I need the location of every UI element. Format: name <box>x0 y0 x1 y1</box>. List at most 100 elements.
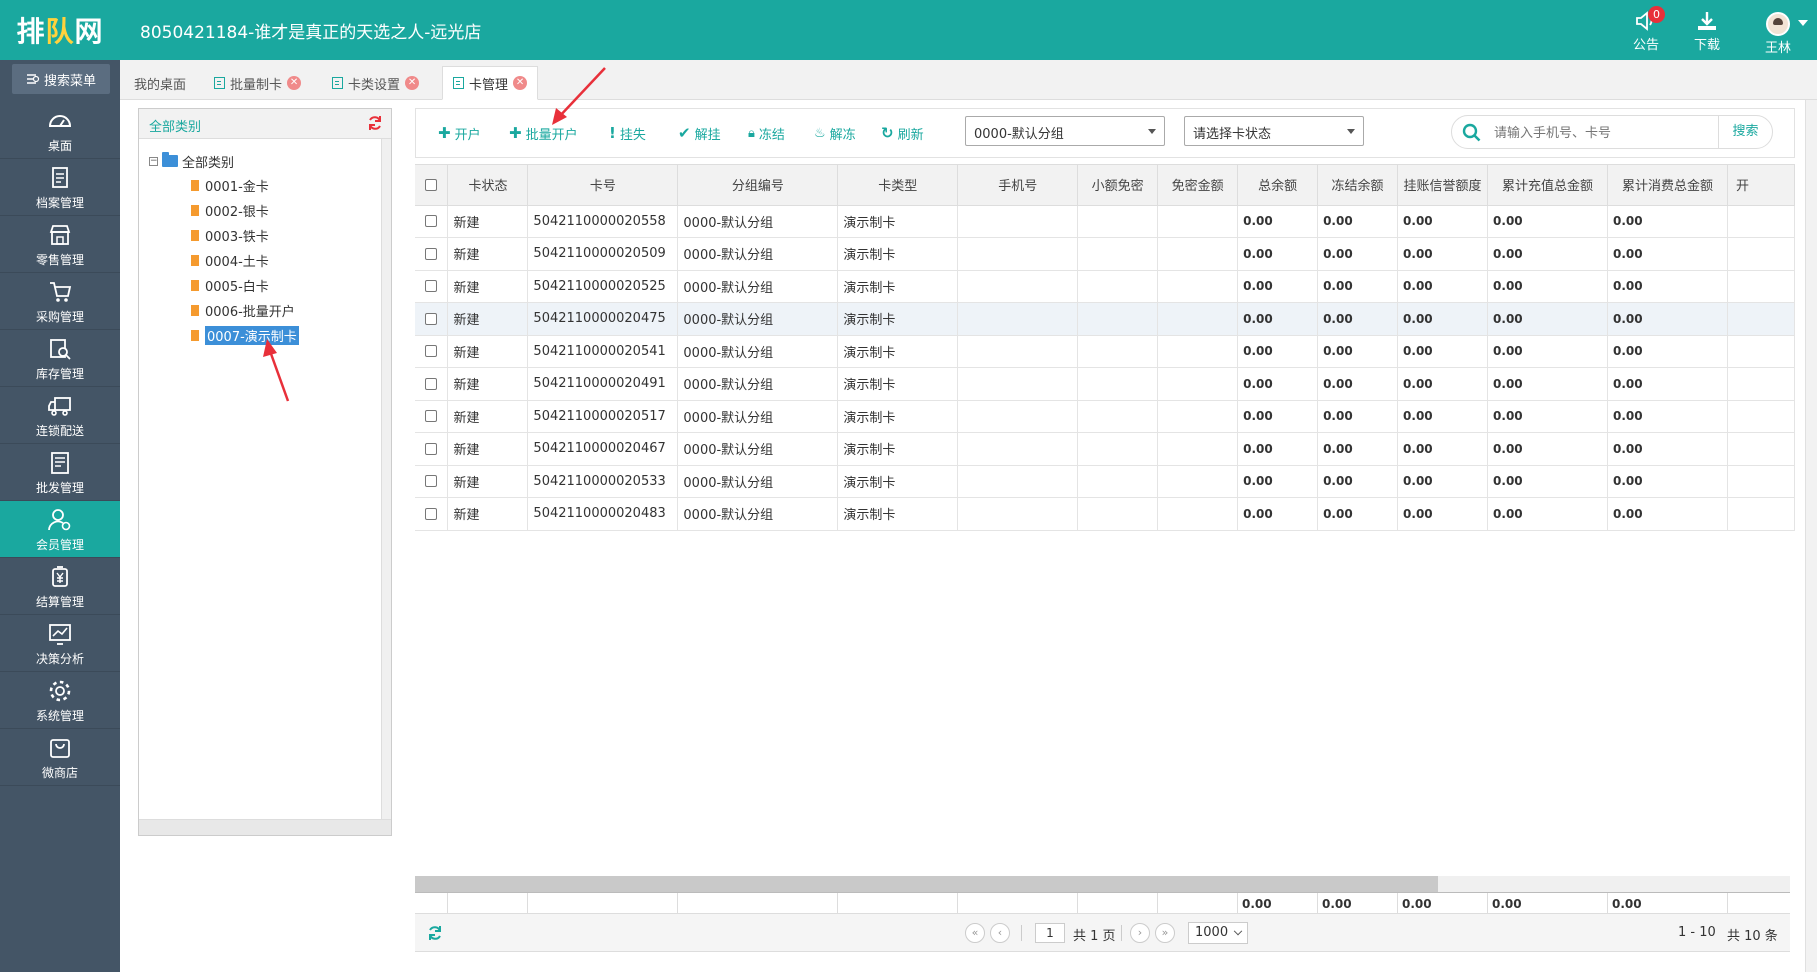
tab-batch-card[interactable]: 批量制卡 ✕ <box>204 66 311 100</box>
select-all-checkbox[interactable] <box>425 178 438 191</box>
download-button[interactable]: 下载 <box>1679 6 1735 54</box>
sidebar-item-inventory[interactable]: 库存管理 <box>0 330 120 387</box>
search-input[interactable] <box>1494 123 1694 143</box>
table-row[interactable]: 新建 5042110000020467 0000-默认分组 演示制卡 0.00 0.00 0… <box>415 432 1796 466</box>
sidebar-item-archive[interactable]: 档案管理 <box>0 159 120 216</box>
column-header[interactable]: 手机号 <box>957 165 1079 206</box>
brand-logo[interactable]: 排队网 <box>0 0 120 60</box>
row-checkbox[interactable] <box>425 410 438 423</box>
row-checkbox[interactable] <box>425 312 438 325</box>
row-checkbox[interactable] <box>425 280 438 293</box>
tree-node[interactable]: 0002-银卡 <box>149 198 382 223</box>
tree-node-selected[interactable]: 0007-演示制卡 <box>149 323 382 348</box>
column-header[interactable]: 卡状态 <box>447 165 529 206</box>
table-row[interactable]: 新建 5042110000020541 0000-默认分组 演示制卡 0.00 0.00 0… <box>415 335 1796 368</box>
table-row[interactable]: 新建 5042110000020491 0000-默认分组 演示制卡 0.00 0.00 0… <box>415 367 1796 401</box>
row-select-cell[interactable] <box>415 367 449 401</box>
row-select-cell[interactable] <box>415 335 449 368</box>
row-checkbox[interactable] <box>425 507 438 520</box>
column-header[interactable]: 挂账信誉额度 <box>1397 165 1489 206</box>
prev-page-button[interactable]: ‹ <box>990 923 1010 943</box>
close-icon[interactable]: ✕ <box>513 76 528 90</box>
close-icon[interactable]: ✕ <box>287 76 302 90</box>
tree-node[interactable]: 0001-金卡 <box>149 173 382 198</box>
sidebar-item-system[interactable]: 系统管理 <box>0 672 120 729</box>
search-menu-button[interactable]: 搜索菜单 <box>12 64 110 94</box>
unfreeze-button[interactable]: ♨ 解冻 <box>814 121 856 145</box>
sidebar-item-analysis[interactable]: 决策分析 <box>0 615 120 672</box>
reload-icon[interactable] <box>427 925 443 941</box>
column-header[interactable]: 累计消费总金额 <box>1607 165 1728 206</box>
row-select-cell[interactable] <box>415 400 449 433</box>
group-select[interactable]: 0000-默认分组 <box>965 116 1165 146</box>
column-header[interactable]: 累计充值总金额 <box>1487 165 1608 206</box>
report-loss-button[interactable]: ! 挂失 <box>609 121 646 145</box>
sidebar-item-microstore[interactable]: 微商店 <box>0 729 120 786</box>
row-select-cell[interactable] <box>415 432 449 466</box>
tree-root[interactable]: − 全部类别 <box>149 149 382 173</box>
batch-open-button[interactable]: ✚ 批量开户 <box>509 121 578 145</box>
select-all-cell[interactable] <box>415 165 449 206</box>
card-status-select[interactable]: 请选择卡状态 <box>1184 116 1364 146</box>
row-checkbox[interactable] <box>425 345 438 358</box>
tree-node[interactable]: 0006-批量开户 <box>149 298 382 323</box>
column-header[interactable]: 总余额 <box>1237 165 1319 206</box>
row-checkbox[interactable] <box>425 442 438 455</box>
user-menu[interactable]: 王林 <box>1748 6 1808 56</box>
row-select-cell[interactable] <box>415 465 449 498</box>
refresh-icon[interactable] <box>367 115 383 131</box>
collapse-icon[interactable]: − <box>149 156 158 166</box>
table-row[interactable]: 新建 5042110000020558 0000-默认分组 演示制卡 0.00 0.00 0… <box>415 205 1796 238</box>
column-header[interactable]: 分组编号 <box>677 165 839 206</box>
table-horizontal-scrollbar[interactable] <box>415 876 1790 892</box>
refresh-button[interactable]: ↻ 刷新 <box>881 121 924 145</box>
tree-vertical-scrollbar[interactable] <box>381 139 391 819</box>
tab-card-type-settings[interactable]: 卡类设置 ✕ <box>322 66 429 100</box>
announcement-button[interactable]: 0 公告 <box>1618 6 1674 54</box>
tree-horizontal-scrollbar[interactable] <box>139 819 391 835</box>
page-vertical-scrollbar[interactable] <box>1805 100 1817 972</box>
row-checkbox[interactable] <box>425 247 438 260</box>
column-header[interactable]: 免密金额 <box>1157 165 1239 206</box>
table-row[interactable]: 新建 5042110000020533 0000-默认分组 演示制卡 0.00 0.00 0… <box>415 465 1796 498</box>
tab-card-management[interactable]: 卡管理 ✕ <box>442 66 539 100</box>
first-page-button[interactable]: « <box>965 923 985 943</box>
column-header[interactable]: 卡类型 <box>837 165 959 206</box>
tree-node[interactable]: 0004-土卡 <box>149 248 382 273</box>
column-header[interactable]: 开 <box>1727 165 1796 206</box>
tab-my-desktop[interactable]: 我的桌面 <box>124 66 196 100</box>
scrollbar-thumb[interactable] <box>415 876 1438 892</box>
sidebar-item-desktop[interactable]: 桌面 <box>0 102 120 159</box>
tree-node[interactable]: 0005-白卡 <box>149 273 382 298</box>
row-checkbox[interactable] <box>425 377 438 390</box>
column-header[interactable]: 冻结余额 <box>1317 165 1399 206</box>
sidebar-item-member[interactable]: 会员管理 <box>0 501 120 558</box>
row-checkbox[interactable] <box>425 215 438 228</box>
open-account-button[interactable]: ✚ 开户 <box>438 121 481 145</box>
freeze-button[interactable]: 🔒︎ 冻结 <box>748 121 785 145</box>
column-header[interactable]: 卡号 <box>527 165 679 206</box>
sidebar-item-purchase[interactable]: 采购管理 <box>0 273 120 330</box>
sidebar-item-distribution[interactable]: 连锁配送 <box>0 387 120 444</box>
next-page-button[interactable]: › <box>1130 923 1150 943</box>
row-select-cell[interactable] <box>415 497 449 531</box>
page-number-input[interactable]: 1 <box>1035 923 1065 943</box>
table-row[interactable]: 新建 5042110000020525 0000-默认分组 演示制卡 0.00 0.00 0… <box>415 270 1796 303</box>
row-select-cell[interactable] <box>415 302 449 336</box>
table-row[interactable]: 新建 5042110000020475 0000-默认分组 演示制卡 0.00 0.00 0… <box>415 302 1796 336</box>
row-select-cell[interactable] <box>415 237 449 271</box>
sidebar-item-settlement[interactable]: 结算管理 <box>0 558 120 615</box>
search-button[interactable]: 搜索 <box>1718 115 1772 149</box>
row-checkbox[interactable] <box>425 475 438 488</box>
last-page-button[interactable]: » <box>1155 923 1175 943</box>
sidebar-item-retail[interactable]: 零售管理 <box>0 216 120 273</box>
table-row[interactable]: 新建 5042110000020509 0000-默认分组 演示制卡 0.00 0.00 0… <box>415 237 1796 271</box>
sidebar-item-wholesale[interactable]: 批发管理 <box>0 444 120 501</box>
close-icon[interactable]: ✕ <box>405 76 420 90</box>
table-row[interactable]: 新建 5042110000020517 0000-默认分组 演示制卡 0.00 0.00 0… <box>415 400 1796 433</box>
cancel-loss-button[interactable]: ✔ 解挂 <box>678 121 721 145</box>
row-select-cell[interactable] <box>415 205 449 238</box>
tree-node[interactable]: 0003-铁卡 <box>149 223 382 248</box>
column-header[interactable]: 小额免密 <box>1077 165 1159 206</box>
row-select-cell[interactable] <box>415 270 449 303</box>
